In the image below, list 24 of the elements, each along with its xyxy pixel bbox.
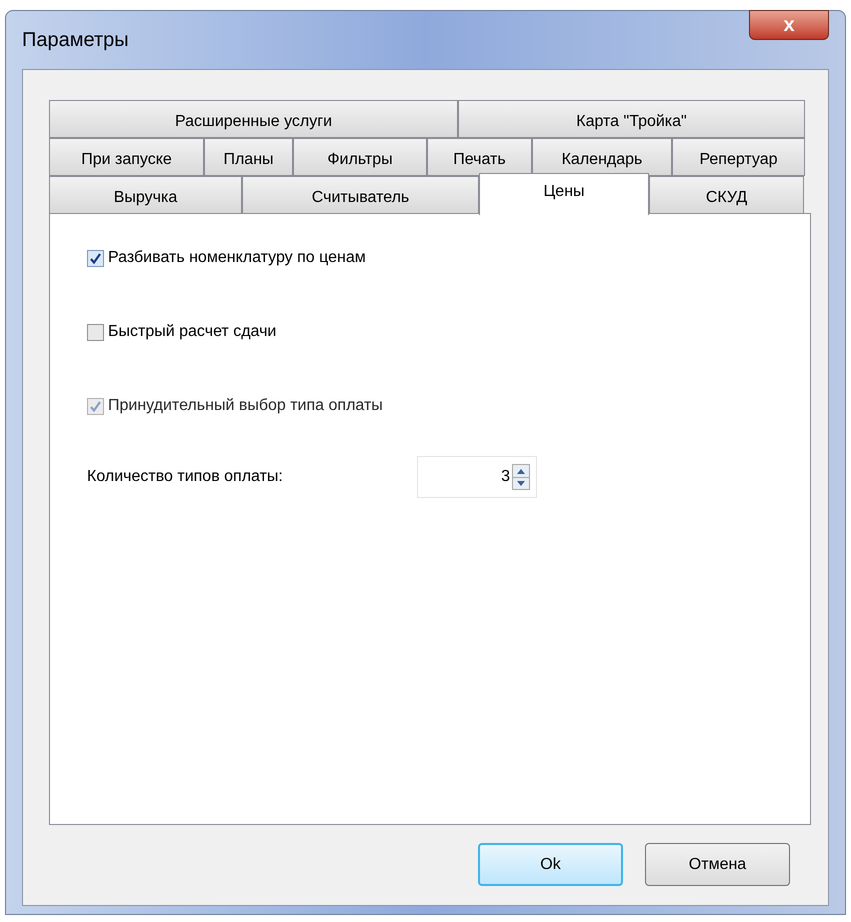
tab[interactable]: Печать [427,138,532,176]
tab[interactable]: Фильтры [293,138,427,176]
tab[interactable]: Выручка [49,176,242,214]
tab[interactable]: Расширенные услуги [49,100,458,138]
tab[interactable]: Цены [479,173,649,215]
tab[interactable]: При запуске [49,138,204,176]
checkbox[interactable] [87,250,104,266]
spin-up-icon[interactable] [513,465,529,477]
tab[interactable]: Репертуар [672,138,805,176]
checkbox-label: Разбивать номенклатуру по ценам [108,248,366,268]
field-label: Количество типов оплаты: [87,467,284,487]
checkbox[interactable] [87,324,104,340]
checkbox-label: Принудительный выбор типа оплаты [108,396,383,416]
tab[interactable]: Планы [204,138,293,176]
tab[interactable]: Календарь [532,138,672,176]
number-spinner[interactable]: 3 [417,456,537,498]
dialog-button[interactable]: Ok [478,843,623,886]
tab[interactable]: СКУД [649,176,804,214]
window-title: Параметры [22,28,129,53]
checkbox-label: Быстрый расчет сдачи [108,322,276,342]
spin-down-icon[interactable] [513,477,529,489]
tab[interactable]: Считыватель [242,176,479,214]
tab[interactable]: Карта "Тройка" [458,100,805,138]
dialog-button[interactable]: Отмена [645,843,790,886]
